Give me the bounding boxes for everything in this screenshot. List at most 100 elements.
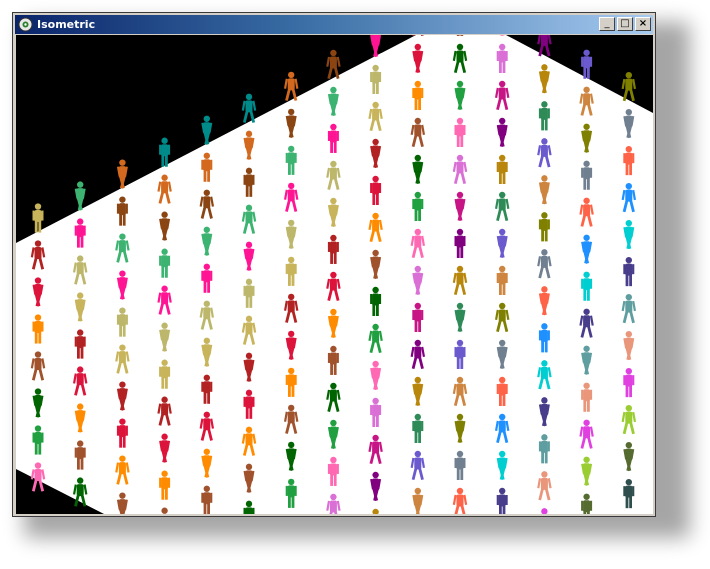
walker-part [243,396,246,407]
walker-part [372,71,380,84]
maximize-icon: □ [620,18,630,29]
walker-part [288,273,291,286]
minimize-button[interactable]: _ [599,17,615,31]
close-button[interactable]: × [635,17,651,31]
walker-part [414,124,422,137]
walker-part [167,144,171,155]
walker-part [505,51,508,61]
walker-part [421,421,424,431]
walker-part [372,293,380,306]
walker-part [589,56,593,67]
isometric-canvas[interactable] [16,35,653,514]
walker-part [38,331,42,344]
walker-part [285,152,288,163]
walker-part [119,418,126,425]
walker-part [587,66,590,79]
walker-part [118,351,126,364]
walker-part [245,295,249,308]
walker-part [80,457,84,470]
walker-part [249,406,253,419]
walker-part [499,117,506,125]
walker-part [547,108,550,119]
walker-part [74,447,77,458]
walker-part [32,432,35,443]
walker-part [583,382,590,389]
walker-part [161,144,169,157]
walker-part [203,337,210,344]
walker-part [625,404,632,412]
walker-part [245,389,253,397]
walker-part [210,270,213,281]
walker-part [294,152,297,163]
walker-part [414,457,422,470]
walker-part [330,251,333,264]
walker-part [547,330,550,341]
walker-part [372,434,379,442]
walker-part [122,435,126,448]
walker-part [330,456,337,464]
walker-part [376,415,379,428]
walker-part [203,263,210,270]
walker-part [203,189,210,196]
walker-part [372,404,380,417]
walker-part [77,329,84,336]
walker-part [161,376,165,389]
walker-part [454,236,457,246]
walker-part [330,382,337,390]
walker-part [252,396,255,407]
walker-part [581,167,584,178]
walker-part [83,336,86,347]
walker-part [333,473,337,486]
walker-part [330,160,337,168]
walker-part [498,198,506,211]
walker-part [583,66,587,79]
walker-part [288,404,295,412]
walker-part [625,145,632,153]
walker-part [587,288,590,301]
walker-part [496,495,499,505]
walker-part [498,309,506,322]
walker-part [161,137,168,144]
walker-part [583,419,590,426]
walker-part [203,448,210,455]
app-icon [18,17,33,32]
walker-part [456,457,464,470]
walker-part [372,108,380,121]
walker-part [167,477,171,488]
walker-part [538,441,542,452]
title-bar[interactable]: Isometric _ □ × [15,15,653,34]
walker-part [498,420,506,433]
walker-part [288,71,295,79]
minimize-icon: _ [604,18,610,29]
walker-part [288,256,295,264]
walker-part [625,330,632,338]
walker-part [454,125,457,135]
walker-part [245,93,253,101]
walker-part [207,391,210,404]
walker-part [412,88,415,98]
maximize-button[interactable]: □ [617,17,633,31]
walker-part [623,264,626,275]
walker-part [372,286,379,294]
walker-part [499,80,506,88]
walker-part [540,107,548,120]
walker-part [498,50,506,63]
walker-part [544,118,548,131]
walker-part [456,339,464,347]
walker-part [165,376,168,389]
walker-part [583,93,591,106]
walker-part [203,492,211,505]
walker-part [159,255,162,266]
walker-part [161,507,168,514]
walker-part [625,374,633,387]
walker-part [414,209,418,221]
walker-part [583,177,587,190]
walker-part [498,161,506,174]
walker-part [372,175,379,183]
app-window: Isometric _ □ × [12,12,656,517]
walker-part [161,403,169,416]
walker-part [210,492,213,503]
walker-part [414,198,422,211]
walker-part [498,383,506,396]
walker-part [159,366,162,377]
